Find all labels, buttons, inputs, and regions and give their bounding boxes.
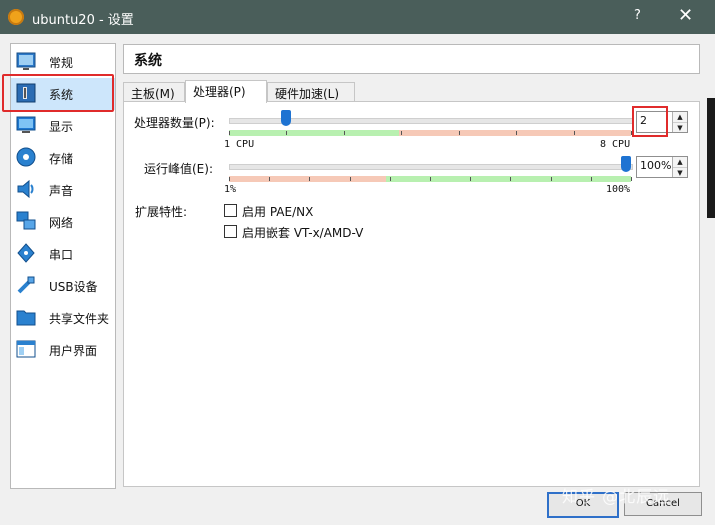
page-title: 系统: [123, 44, 700, 74]
help-button[interactable]: ?: [634, 8, 641, 23]
background-edge: [707, 98, 715, 218]
sidebar-item-label: USB设备: [49, 280, 98, 294]
slider-tick: [286, 131, 288, 135]
slider-tick: [590, 177, 592, 181]
slider-tick: [510, 177, 512, 181]
pae-label[interactable]: 启用 PAE/NX: [242, 203, 313, 220]
cpu-range-ok: [229, 130, 399, 136]
sidebar-item-label: 存储: [49, 152, 74, 166]
window-icon: [16, 340, 36, 358]
slider-tick: [516, 131, 518, 135]
tab-label: 硬件加速(L): [275, 87, 340, 101]
disk-icon: [16, 147, 36, 167]
tab-motherboard[interactable]: 主板(M): [123, 82, 185, 102]
slider-tick: [229, 131, 230, 135]
tab-acceleration[interactable]: 硬件加速(L): [267, 82, 355, 102]
execution-cap-spinbox[interactable]: 100% ▲ ▼: [636, 156, 688, 178]
cpu-count-label: 处理器数量(P):: [134, 116, 215, 130]
sidebar-item-label: 声音: [49, 184, 74, 198]
sidebar-item-display[interactable]: 显示: [11, 110, 115, 142]
cap-max-label: 100%: [606, 184, 631, 195]
cpu-slider-thumb[interactable]: [281, 110, 292, 126]
slider-tick: [269, 177, 271, 181]
virtualbox-gear-icon: [8, 9, 24, 25]
cpu-range-warn: [399, 130, 631, 136]
slider-tick: [229, 177, 230, 181]
sidebar-item-audio[interactable]: 声音: [11, 174, 115, 206]
cap-slider-thumb[interactable]: [621, 156, 631, 172]
cpu-min-label: 1 CPU: [224, 139, 255, 150]
settings-window: ubuntu20 - 设置 ? ✕ 常规 系统 显示 存储 声音 网络 串口 U…: [0, 0, 715, 525]
window-title: ubuntu20 - 设置: [32, 13, 134, 28]
spin-down-icon[interactable]: ▼: [673, 167, 687, 178]
pae-checkbox[interactable]: [224, 204, 237, 217]
nested-vtx-label[interactable]: 启用嵌套 VT-x/AMD-V: [242, 224, 363, 241]
tab-processor[interactable]: 处理器(P): [185, 80, 267, 103]
spin-up-icon[interactable]: ▲: [673, 157, 687, 167]
tab-label: 处理器(P): [193, 85, 246, 99]
slider-tick: [309, 177, 311, 181]
execution-cap-label: 运行峰值(E):: [144, 162, 213, 176]
slider-tick: [573, 131, 575, 135]
monitor-icon: [16, 116, 36, 133]
folder-icon: [16, 310, 36, 326]
extended-features-label: 扩展特性:: [135, 205, 188, 219]
sidebar-item-usb[interactable]: USB设备: [11, 270, 115, 302]
usb-icon: [17, 276, 35, 294]
spinbox-buttons: ▲ ▼: [672, 112, 687, 132]
processor-panel: 处理器数量(P): 1 CPU 8 CPU 2 ▲ ▼ 运行峰值(E): 1% …: [123, 101, 700, 487]
spinbox-buttons: ▲ ▼: [672, 157, 687, 177]
cap-range-ok: [386, 176, 631, 182]
sidebar-item-label: 显示: [49, 120, 74, 134]
sidebar-item-user-interface[interactable]: 用户界面: [11, 334, 115, 366]
spin-down-icon[interactable]: ▼: [673, 122, 687, 133]
close-button[interactable]: ✕: [678, 5, 693, 26]
cpu-max-label: 8 CPU: [600, 139, 631, 150]
slider-tick: [349, 177, 351, 181]
sidebar-item-label: 共享文件夹: [49, 312, 110, 326]
network-icon: [16, 211, 36, 230]
sidebar-item-label: 网络: [49, 216, 74, 230]
slider-tick: [401, 131, 403, 135]
sidebar-item-label: 串口: [49, 248, 74, 262]
slider-tick: [550, 177, 552, 181]
execution-cap-value[interactable]: 100%: [640, 159, 671, 172]
sidebar-item-serial[interactable]: 串口: [11, 238, 115, 270]
sidebar-item-label: 用户界面: [49, 344, 98, 358]
serial-port-icon: [17, 243, 35, 263]
sidebar-item-shared-folders[interactable]: 共享文件夹: [11, 302, 115, 334]
cap-range-warn: [229, 176, 386, 182]
slider-tick: [631, 177, 632, 181]
cpu-value-highlight: [632, 106, 668, 137]
cap-min-label: 1%: [224, 184, 237, 195]
sidebar-item-label: 常规: [49, 56, 74, 70]
spin-up-icon[interactable]: ▲: [673, 112, 687, 122]
page-title-text: 系统: [134, 53, 162, 69]
title-bar: ubuntu20 - 设置 ? ✕: [0, 0, 715, 34]
slider-tick: [430, 177, 431, 181]
cap-slider-track[interactable]: [229, 164, 633, 170]
general-icon: [16, 52, 36, 70]
selection-highlight: [2, 74, 114, 112]
speaker-icon: [17, 179, 34, 199]
sidebar-item-storage[interactable]: 存储: [11, 142, 115, 174]
slider-tick: [389, 177, 391, 181]
tab-label: 主板(M): [131, 87, 175, 101]
slider-tick: [458, 131, 460, 135]
watermark: 知乎 @北辰远: [562, 487, 671, 506]
nested-vtx-checkbox[interactable]: [224, 225, 237, 238]
slider-tick: [470, 177, 472, 181]
sidebar-item-network[interactable]: 网络: [11, 206, 115, 238]
slider-tick: [343, 131, 345, 135]
